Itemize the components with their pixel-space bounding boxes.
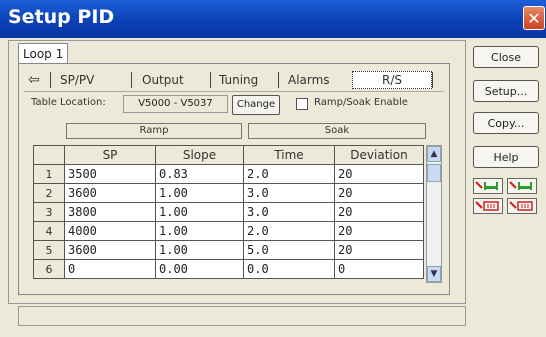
title-bar: Setup PID ✕ [0, 0, 546, 38]
delete-row-icon[interactable] [473, 198, 503, 214]
sp-cell[interactable]: 3600 [64, 240, 156, 260]
time-cell[interactable]: 0.0 [243, 259, 335, 279]
setup-pid-window: Setup PID ✕ Loop 1 ⇦ SP/PV Output Tuning… [0, 0, 546, 337]
table-location-value: V5000 - V5037 [123, 95, 228, 113]
tab-separator [278, 72, 279, 88]
tab-loop-1[interactable]: Loop 1 [18, 43, 69, 64]
table-row: 1 3500 0.83 2.0 20 [33, 164, 424, 184]
time-cell[interactable]: 3.0 [243, 202, 335, 222]
deviation-cell[interactable]: 20 [334, 202, 424, 222]
sp-cell[interactable]: 4000 [64, 221, 156, 241]
ramp-group-header: Ramp [66, 123, 242, 139]
table-row: 4 4000 1.00 2.0 20 [33, 221, 424, 241]
table-row: 2 3600 1.00 3.0 20 [33, 183, 424, 203]
change-button[interactable]: Change [232, 95, 280, 115]
copy-button[interactable]: Copy... [473, 112, 539, 134]
table-row: 6 0 0.00 0.0 0 [33, 259, 424, 279]
time-cell[interactable]: 3.0 [243, 183, 335, 203]
close-window-icon[interactable]: ✕ [523, 6, 545, 30]
deviation-cell[interactable]: 0 [334, 259, 424, 279]
window-title: Setup PID [8, 6, 115, 28]
time-cell[interactable]: 5.0 [243, 240, 335, 260]
scroll-up-icon[interactable]: ▲ [427, 146, 441, 162]
deviation-cell[interactable]: 20 [334, 240, 424, 260]
row-number: 2 [33, 183, 65, 203]
slope-cell[interactable]: 1.00 [155, 240, 244, 260]
insert-row-icon[interactable] [473, 178, 503, 194]
slope-cell[interactable]: 0.00 [155, 259, 244, 279]
ramp-soak-enable-label: Ramp/Soak Enable [314, 97, 408, 108]
tab-sp-pv[interactable]: SP/PV [60, 70, 94, 90]
soak-group-header: Soak [248, 123, 426, 139]
row-number: 5 [33, 240, 65, 260]
help-button[interactable]: Help [473, 146, 539, 168]
slope-cell[interactable]: 1.00 [155, 183, 244, 203]
row-number: 1 [33, 164, 65, 184]
table-header-row: SP Slope Time Deviation [33, 145, 424, 165]
sp-cell[interactable]: 3600 [64, 183, 156, 203]
table-row: 3 3800 1.00 3.0 20 [33, 202, 424, 222]
row-number: 6 [33, 259, 65, 279]
tab-separator [432, 72, 433, 88]
row-number: 3 [33, 202, 65, 222]
sp-cell[interactable]: 3800 [64, 202, 156, 222]
close-button[interactable]: Close [473, 46, 539, 68]
tab-alarms[interactable]: Alarms [288, 70, 330, 90]
sp-cell[interactable]: 0 [64, 259, 156, 279]
clear-rows-icon[interactable] [507, 198, 537, 214]
sp-cell[interactable]: 3500 [64, 164, 156, 184]
slope-cell[interactable]: 1.00 [155, 221, 244, 241]
tab-r-s[interactable]: R/S [352, 71, 432, 89]
table-scrollbar[interactable]: ▲ ▼ [426, 145, 442, 283]
setup-button[interactable]: Setup... [473, 80, 539, 102]
column-header-sp: SP [64, 145, 156, 165]
row-number: 4 [33, 221, 65, 241]
slope-cell[interactable]: 1.00 [155, 202, 244, 222]
deviation-cell[interactable]: 20 [334, 221, 424, 241]
back-arrow-icon[interactable]: ⇦ [28, 70, 40, 90]
time-cell[interactable]: 2.0 [243, 221, 335, 241]
tab-separator [210, 72, 211, 88]
ramp-soak-table: SP Slope Time Deviation 1 3500 0.83 2.0 … [33, 145, 424, 279]
column-header-slope: Slope [155, 145, 244, 165]
column-header-time: Time [243, 145, 335, 165]
tab-separator [50, 72, 51, 88]
column-header-deviation: Deviation [334, 145, 424, 165]
tab-bar: ⇦ SP/PV Output Tuning Alarms R/S [24, 70, 444, 90]
tab-tuning[interactable]: Tuning [219, 70, 258, 90]
status-bar [18, 306, 466, 326]
table-location-label: Table Location: [31, 97, 106, 108]
deviation-cell[interactable]: 20 [334, 183, 424, 203]
scroll-down-icon[interactable]: ▼ [427, 266, 441, 282]
scroll-thumb[interactable] [427, 164, 441, 182]
tab-separator [131, 72, 132, 88]
tab-output[interactable]: Output [142, 70, 184, 90]
table-row: 5 3600 1.00 5.0 20 [33, 240, 424, 260]
append-row-icon[interactable] [507, 178, 537, 194]
ramp-soak-enable-checkbox[interactable] [296, 98, 308, 110]
row-number-header [33, 145, 65, 165]
time-cell[interactable]: 2.0 [243, 164, 335, 184]
deviation-cell[interactable]: 20 [334, 164, 424, 184]
slope-cell[interactable]: 0.83 [155, 164, 244, 184]
